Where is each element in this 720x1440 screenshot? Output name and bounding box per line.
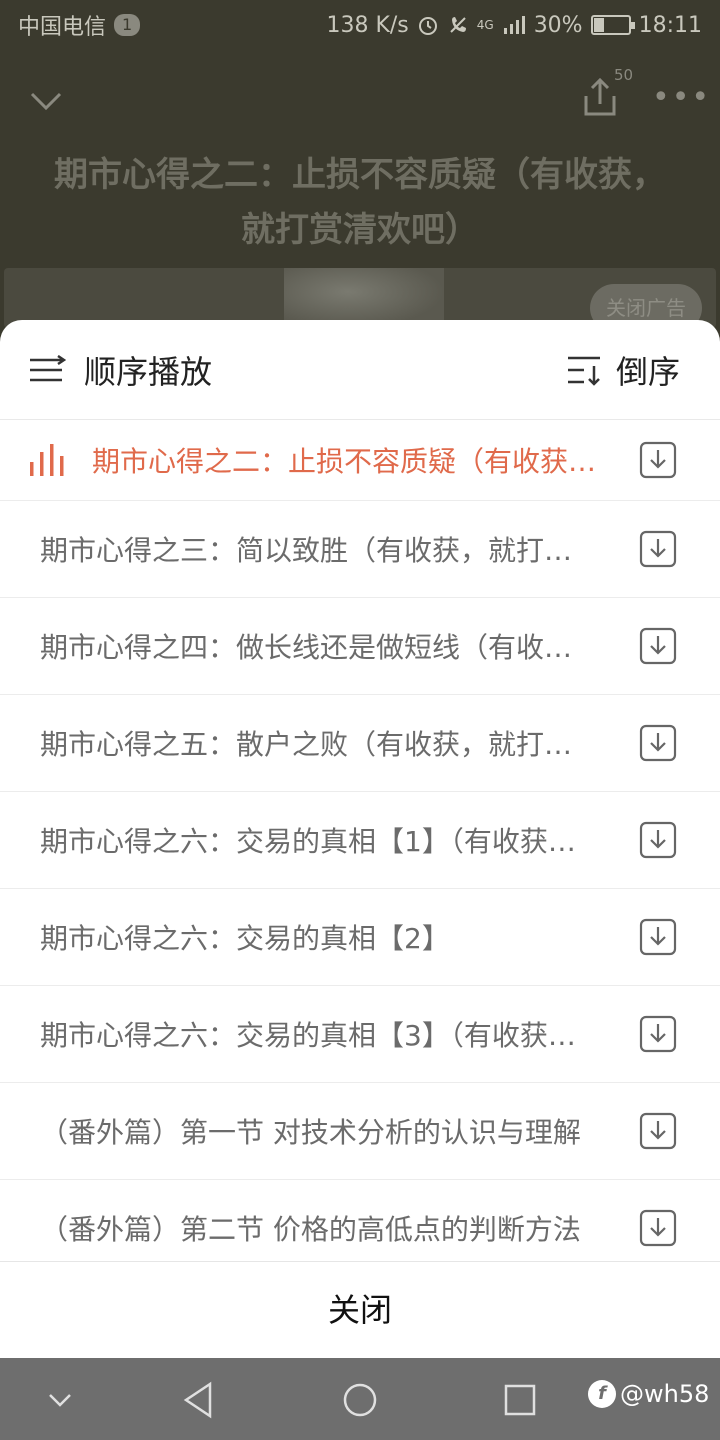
- battery-icon: [590, 15, 635, 35]
- call-blocked-icon: [450, 17, 466, 33]
- item-title: 期市心得之三：简以致胜（有收获，就打赏清欢吧）: [40, 534, 600, 567]
- download-icon[interactable]: [638, 440, 678, 480]
- playlist-item[interactable]: 期市心得之六：交易的真相【3】（有收获，就打赏清欢吧）: [0, 986, 720, 1083]
- playlist-item[interactable]: 期市心得之六：交易的真相【1】（有收获，就打赏清欢吧）: [0, 792, 720, 889]
- back-icon[interactable]: [178, 1378, 222, 1422]
- item-title: （番外篇）第二节 价格的高低点的判断方法: [40, 1213, 581, 1246]
- status-bar: 中国电信 1 138 K/s 4G 30% 18:11: [0, 0, 720, 50]
- ad-image: [284, 268, 444, 328]
- playlist-item[interactable]: 期市心得之三：简以致胜（有收获，就打赏清欢吧）: [0, 501, 720, 598]
- carrier-label: 中国电信: [18, 15, 107, 40]
- reverse-label: 倒序: [615, 353, 680, 391]
- download-icon[interactable]: [638, 1111, 678, 1151]
- notification-badge: 1: [114, 14, 141, 36]
- download-icon[interactable]: [638, 626, 678, 666]
- watermark-text: @wh58: [620, 1380, 710, 1408]
- item-title: 期市心得之二：止损不容质疑（有收获，就打赏清欢吧）: [92, 445, 602, 478]
- signal-icon: [503, 16, 525, 34]
- playlist-item[interactable]: 期市心得之五：散户之败（有收获，就打赏清欢吧）: [0, 695, 720, 792]
- chevron-down-icon[interactable]: [24, 78, 68, 122]
- download-icon[interactable]: [638, 917, 678, 957]
- home-icon[interactable]: [338, 1378, 382, 1422]
- playlist-item[interactable]: 期市心得之四：做长线还是做短线（有收获，就打赏清欢吧）: [0, 598, 720, 695]
- item-title: 期市心得之六：交易的真相【3】（有收获，就打赏清欢吧）: [40, 1019, 600, 1052]
- item-title: 期市心得之六：交易的真相【1】（有收获，就打赏清欢吧）: [40, 825, 600, 858]
- watermark-logo-icon: f: [588, 1380, 616, 1408]
- playlist-item[interactable]: （番外篇）第一节 对技术分析的认识与理解: [0, 1083, 720, 1180]
- item-title: （番外篇）第一节 对技术分析的认识与理解: [40, 1116, 581, 1149]
- page-title: 期市心得之二：止损不容质疑（有收获，就打赏清欢吧）: [54, 155, 666, 250]
- alarm-icon: [418, 17, 437, 35]
- sequential-play-icon: [30, 355, 66, 382]
- ad-banner: 关闭广告: [4, 268, 716, 328]
- system-nav-bar: f @wh58: [0, 1358, 720, 1440]
- hide-nav-chevron-icon[interactable]: [38, 1378, 82, 1422]
- clock: 18:11: [638, 12, 702, 38]
- item-title: 期市心得之五：散户之败（有收获，就打赏清欢吧）: [40, 728, 600, 761]
- net-speed: 138 K/s: [326, 12, 409, 38]
- download-icon[interactable]: [638, 820, 678, 860]
- playlist-sheet: 顺序播放 倒序 期市心得之二：止损不容质疑（有收获，就打赏清欢吧）: [0, 320, 720, 1358]
- item-title: 期市心得之六：交易的真相【2】: [40, 922, 450, 955]
- download-icon[interactable]: [638, 1014, 678, 1054]
- playlist: 期市心得之二：止损不容质疑（有收获，就打赏清欢吧） 期市心得之三：简以致胜（有收…: [0, 420, 720, 1277]
- playlist-item[interactable]: 期市心得之六：交易的真相【2】: [0, 889, 720, 986]
- watermark: f @wh58: [588, 1380, 709, 1408]
- recents-icon[interactable]: [498, 1378, 542, 1422]
- more-icon[interactable]: •••: [652, 80, 709, 116]
- network-type: 4G: [476, 18, 494, 32]
- item-title: 期市心得之四：做长线还是做短线（有收获，就打赏清欢吧）: [40, 631, 600, 664]
- sort-reverse-icon: [567, 356, 600, 386]
- close-button[interactable]: 关闭: [0, 1261, 720, 1358]
- share-count: 50: [614, 66, 634, 84]
- download-icon[interactable]: [638, 723, 678, 763]
- reverse-order-button[interactable]: 倒序: [566, 346, 680, 394]
- play-order-button[interactable]: 顺序播放: [28, 346, 212, 394]
- playlist-item-active[interactable]: 期市心得之二：止损不容质疑（有收获，就打赏清欢吧）: [0, 420, 720, 501]
- play-order-label: 顺序播放: [84, 353, 213, 391]
- download-icon[interactable]: [638, 1208, 678, 1248]
- battery-percent: 30%: [533, 12, 583, 38]
- now-playing-icon: [30, 444, 64, 476]
- download-icon[interactable]: [638, 529, 678, 569]
- player-header: 50 ••• 期市心得之二：止损不容质疑（有收获，就打赏清欢吧）: [0, 50, 720, 268]
- playlist-toolbar: 顺序播放 倒序: [0, 320, 720, 420]
